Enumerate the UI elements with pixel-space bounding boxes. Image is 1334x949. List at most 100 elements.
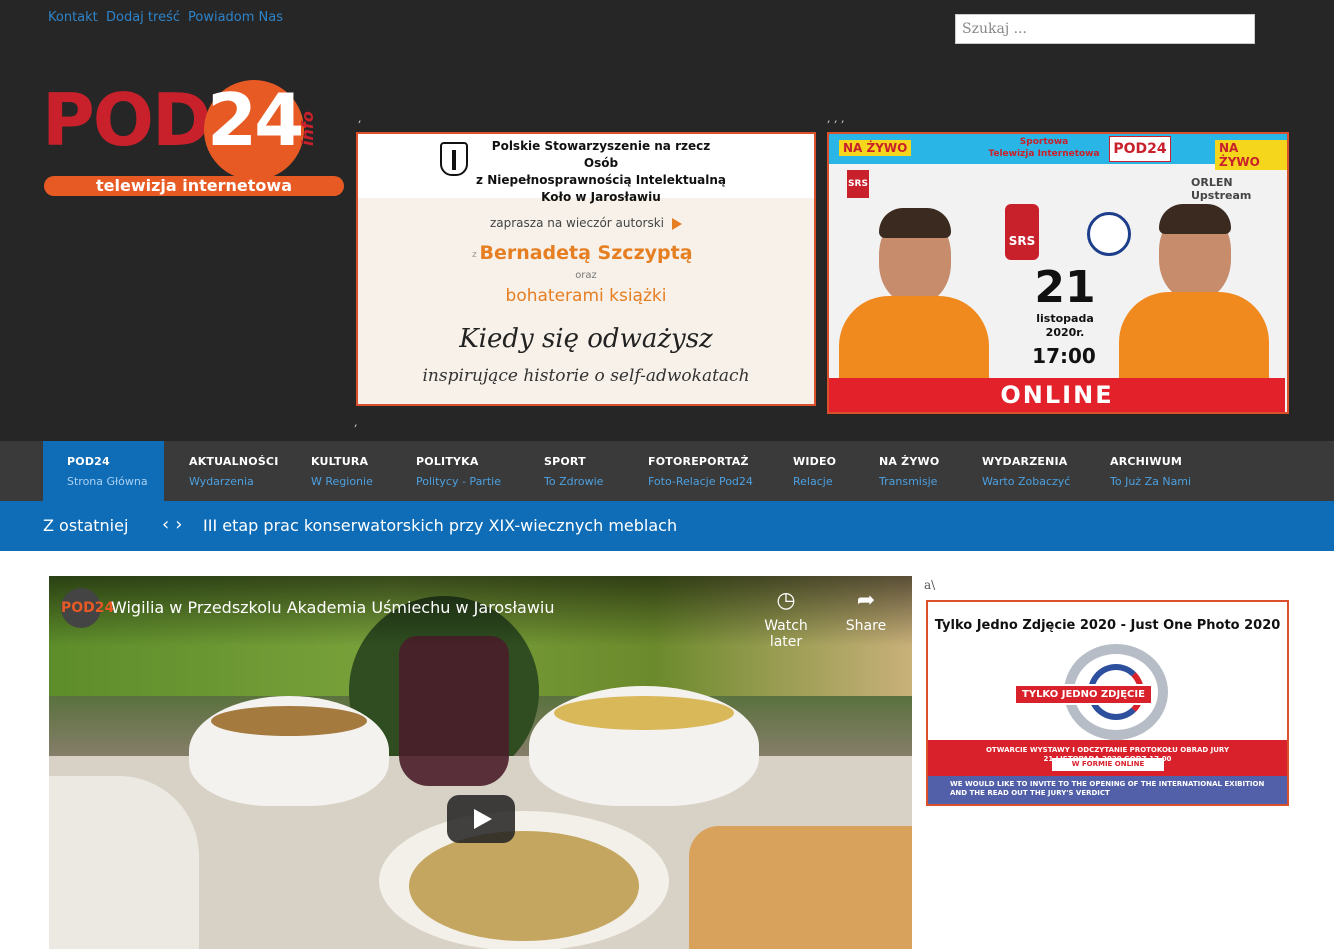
nav-label: WIDEO <box>793 455 837 468</box>
nav-item-pod24[interactable]: POD24 Strona Główna <box>43 441 164 501</box>
video-frame-jug <box>399 636 509 786</box>
channel-avatar[interactable]: POD24 <box>61 588 114 628</box>
video-player[interactable]: POD24 Wigilia w Przedszkolu Akademia Uśm… <box>49 576 912 949</box>
share-label: Share <box>845 618 887 634</box>
match-day: 21 <box>1034 262 1096 313</box>
logo-suffix: info <box>298 111 317 146</box>
org-line: Polskie Stowarzyszenie na rzecz Osób <box>491 139 711 170</box>
nav-sublabel: Politycy - Partie <box>416 475 501 488</box>
nav-label: FOTOREPORTAŻ <box>648 455 749 468</box>
video-frame-soup <box>554 696 734 730</box>
banner-organisation: Polskie Stowarzyszenie na rzecz Osób z N… <box>476 138 726 206</box>
nav-label: WYDARZENIA <box>982 455 1068 468</box>
nav-sublabel: W Regionie <box>311 475 373 488</box>
video-frame-plates <box>49 776 199 949</box>
logo-tagline: telewizja internetowa <box>96 176 292 195</box>
share-arrow-icon: ➦ <box>856 588 876 613</box>
banner-author: Bernadetą Szczyptą <box>479 242 693 264</box>
nav-sublabel: Strona Główna <box>67 475 148 488</box>
player-hair <box>1159 204 1231 234</box>
play-icon[interactable] <box>447 795 515 843</box>
brand-badge: POD24 <box>1109 136 1171 162</box>
stray-mark: , , , <box>827 112 845 125</box>
nav-item-archive[interactable]: ARCHIWUM To Już Za Nami <box>1110 441 1191 501</box>
contest-logo-label: TYLKO JEDNO ZDJĘCIE <box>1014 684 1153 705</box>
play-triangle-icon <box>672 217 683 230</box>
video-frame-soup <box>211 706 367 736</box>
author-evening-banner[interactable]: Polskie Stowarzyszenie na rzecz Osób z N… <box>356 132 816 406</box>
watch-later-label: Watch later <box>764 618 808 650</box>
invite-text: zaprasza na wieczór autorski <box>489 216 665 230</box>
nav-sublabel: Foto-Relacje Pod24 <box>648 475 753 488</box>
chevron-left-icon[interactable]: ‹ <box>162 514 175 535</box>
nav-label: SPORT <box>544 455 586 468</box>
nav-item-photo-report[interactable]: FOTOREPORTAŻ Foto-Relacje Pod24 <box>648 441 753 501</box>
player-hair <box>879 208 951 238</box>
share-button[interactable]: ➦ Share <box>826 588 906 634</box>
banner-invite: zaprasza na wieczór autorski <box>358 216 814 230</box>
live-badge: NA ŻYWO <box>839 140 912 156</box>
video-frame-dish <box>409 831 639 941</box>
top-link-notify-us[interactable]: Powiadom Nas <box>188 10 283 25</box>
banner-book-title: Kiedy się odważysz <box>459 324 713 354</box>
live-match-banner[interactable]: NA ŻYWO Sportowa Telewizja Internetowa P… <box>827 132 1289 414</box>
nav-label: ARCHIWUM <box>1110 455 1182 468</box>
nav-sublabel: Relacje <box>793 475 833 488</box>
nav-item-live[interactable]: NA ŻYWO Transmisje <box>879 441 939 501</box>
match-month: listopada <box>1036 312 1094 325</box>
chevron-right-icon[interactable]: › <box>175 514 188 535</box>
association-emblem-icon <box>440 142 468 176</box>
nav-label: NA ŻYWO <box>879 455 940 468</box>
nav-sublabel: Wydarzenia <box>189 475 254 488</box>
video-title[interactable]: Wigilia w Przedszkolu Akademia Uśmiechu … <box>111 598 555 617</box>
site-header: Kontakt Dodaj treść Powiadom Nas POD 24 … <box>0 0 1334 441</box>
banner-and: oraz <box>575 270 597 281</box>
watch-later-button[interactable]: ◷ Watch later <box>746 588 826 650</box>
ticker-label: Z ostatniej <box>43 516 129 535</box>
top-link-contact[interactable]: Kontakt <box>48 10 98 25</box>
video-frame-bread <box>689 826 912 949</box>
stray-mark: a\ <box>924 578 936 592</box>
match-year: 2020r. <box>1045 326 1085 339</box>
nav-item-events[interactable]: WYDARZENIA Warto Zobaczyć <box>982 441 1070 501</box>
away-team-logo <box>1087 212 1131 256</box>
nav-item-culture[interactable]: KULTURA W Regionie <box>311 441 373 501</box>
nav-sublabel: Warto Zobaczyć <box>982 475 1071 488</box>
online-label: ONLINE <box>829 378 1285 412</box>
site-logo[interactable]: POD 24 info telewizja internetowa <box>42 80 346 200</box>
latest-news-ticker: Z ostatniej ‹› III etap prac konserwator… <box>0 501 1334 551</box>
nav-sublabel: To Zdrowie <box>544 475 604 488</box>
logo-number: 24 <box>207 78 304 162</box>
match-time: 17:00 <box>1032 344 1096 368</box>
nav-label: AKTUALNOŚCI <box>189 455 279 468</box>
search-input[interactable] <box>955 14 1255 44</box>
clock-icon: ◷ <box>776 588 796 613</box>
player-photo <box>1119 160 1269 412</box>
nav-label: KULTURA <box>311 455 369 468</box>
stray-mark: , <box>358 112 362 125</box>
top-link-add-content[interactable]: Dodaj treść <box>106 10 180 25</box>
logo-wordmark: POD <box>42 78 212 162</box>
banner-heroes: bohaterami książki <box>505 286 667 306</box>
nav-item-video[interactable]: WIDEO Relacje <box>793 441 836 501</box>
match-date: listopada 2020r. <box>1025 312 1105 340</box>
nav-sublabel: Transmisje <box>879 475 938 488</box>
ad-title: Tylko Jedno Zdjęcie 2020 - Just One Phot… <box>934 618 1281 633</box>
nav-label: POLITYKA <box>416 455 479 468</box>
nav-item-sport[interactable]: SPORT To Zdrowie <box>544 441 603 501</box>
org-line: Koło w Jarosławiu <box>541 190 661 204</box>
nav-sublabel: To Już Za Nami <box>1110 475 1192 488</box>
nav-item-politics[interactable]: POLITYKA Politycy - Partie <box>416 441 501 501</box>
org-line: z Niepełnosprawnością Intelektualną <box>476 173 726 187</box>
banner-book-subtitle: inspirujące historie o self-adwokatach <box>422 366 750 386</box>
nav-item-news[interactable]: AKTUALNOŚCI Wydarzenia <box>189 441 279 501</box>
ticker-headline[interactable]: III etap prac konserwatorskich przy XIX-… <box>203 516 677 535</box>
ticker-arrows: ‹› <box>162 514 188 535</box>
ad-blue-text: WE WOULD LIKE TO INVITE TO THE OPENING O… <box>950 780 1265 797</box>
ad-online-label: W FORMIE ONLINE <box>1052 758 1164 771</box>
player-photo <box>839 164 989 412</box>
photo-contest-banner[interactable]: Tylko Jedno Zdjęcie 2020 - Just One Phot… <box>926 600 1289 806</box>
ad-red-line: OTWARCIE WYSTAWY I ODCZYTANIE PROTOKOŁU … <box>985 746 1230 754</box>
stray-mark: , <box>354 416 358 429</box>
home-team-logo: SRS <box>1005 204 1039 260</box>
